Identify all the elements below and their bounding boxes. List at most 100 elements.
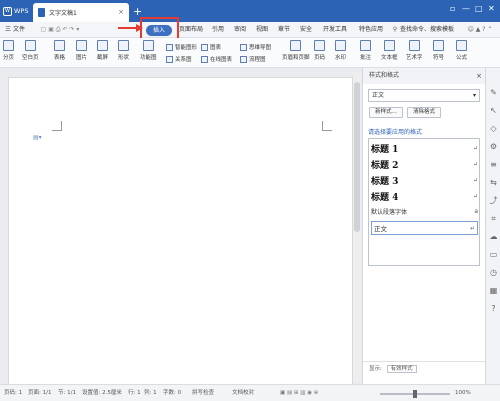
status-page: 页码: 1	[4, 390, 23, 396]
menu-security[interactable]: 安全	[298, 22, 314, 38]
relation-chart-label: 关系图	[175, 57, 192, 63]
blank-page-button[interactable]: 空白页	[22, 40, 39, 61]
backup-icon[interactable]: ☁	[489, 232, 498, 241]
show-label: 显示:	[369, 366, 382, 372]
panel-close-icon[interactable]: ×	[476, 68, 482, 84]
history-icon[interactable]: ◷	[489, 268, 498, 277]
show-filter-select[interactable]: 有效样式	[386, 365, 417, 373]
formula-label: 公式	[456, 55, 468, 61]
current-style-value: 正文	[372, 92, 385, 99]
paragraph-mark-icon: ↵	[472, 177, 478, 184]
formula-button[interactable]: 公式	[456, 40, 467, 61]
page-number-button[interactable]: 页码	[314, 40, 325, 61]
close-window-button[interactable]: ✕	[488, 4, 495, 13]
smart-graphic-button[interactable]: 智能图形	[166, 43, 197, 51]
screenshot-icon	[97, 40, 108, 51]
view-mode-icons[interactable]: ▣ ▤ ⊞ ▥ ◉ ⊕	[280, 385, 318, 401]
wps-label: WPS	[14, 7, 29, 15]
online-chart-button[interactable]: 在线图表	[201, 55, 232, 63]
share-icon[interactable]: ⤴	[489, 196, 498, 205]
symbol-button[interactable]: 符号	[433, 40, 444, 61]
menu-page-layout[interactable]: 页面布局	[176, 22, 206, 38]
style-default-font-label: 默认段落字体	[371, 209, 408, 216]
shape-tool-icon[interactable]: ◇	[489, 124, 498, 133]
style-heading-3[interactable]: 标题 3 ↵	[371, 174, 478, 187]
comment-button[interactable]: 批注	[360, 40, 371, 61]
command-search-input[interactable]: 查找命令、搜索模板	[400, 22, 462, 38]
grid-icon[interactable]: ▦	[489, 286, 498, 295]
textbox-button[interactable]: 文本框	[381, 40, 398, 61]
mind-map-button[interactable]: 思维导图	[240, 43, 271, 51]
relation-chart-button[interactable]: 关系图	[166, 55, 192, 63]
cursor-icon[interactable]: ↖	[489, 106, 498, 115]
word-art-button[interactable]: 艺术字	[406, 40, 423, 61]
document-proof-button[interactable]: 文档校对	[232, 385, 254, 401]
menu-chapter[interactable]: 章节	[276, 22, 292, 38]
picture-button[interactable]: 图片	[76, 40, 87, 61]
watermark-label: 水印	[335, 55, 347, 61]
menu-review[interactable]: 审阅	[232, 22, 248, 38]
header-footer-button[interactable]: 页眉和页脚	[282, 40, 310, 61]
maximize-button[interactable]: □	[475, 4, 483, 13]
archive-icon[interactable]: ▭	[489, 250, 498, 259]
status-pages: 页面: 1/1	[28, 390, 52, 396]
skin-button[interactable]: ▫	[450, 4, 455, 13]
filter-icon[interactable]: ≡	[489, 160, 498, 169]
mind-map-icon	[240, 43, 247, 51]
style-heading-4[interactable]: 标题 4 ↵	[371, 190, 478, 203]
shape-button[interactable]: 形状	[118, 40, 129, 61]
search-icon[interactable]: ⚲	[392, 22, 398, 38]
annotation-arrow-head	[136, 24, 143, 32]
title-bar: W WPS 文字文稿1 × + ▫ — □ ✕	[0, 0, 500, 22]
zoom-level[interactable]: 100%	[455, 385, 471, 401]
style-list: 标题 1 ↵ 标题 2 ↵ 标题 3 ↵ 标题 4 ↵ 默认段落字体 a 正文 ↵	[368, 138, 480, 266]
help-icon[interactable]: ?	[489, 304, 498, 313]
status-col: 列: 1	[144, 390, 157, 396]
document-tab[interactable]: 文字文稿1 ×	[33, 3, 129, 22]
status-word-count[interactable]: 字数: 0	[163, 385, 181, 401]
wps-menu-button[interactable]: W WPS	[3, 4, 29, 18]
function-chart-label: 功能图	[140, 55, 157, 61]
paragraph-mark-icon: ↵	[472, 145, 478, 152]
menu-references[interactable]: 引用	[210, 22, 226, 38]
flowchart-icon	[240, 55, 247, 63]
blank-page-icon	[24, 40, 36, 51]
chart-button[interactable]: 图表	[201, 43, 221, 51]
clear-format-button[interactable]: 清除格式	[407, 107, 441, 118]
style-default-paragraph-font[interactable]: 默认段落字体 a	[371, 207, 478, 216]
status-row: 行: 1	[128, 390, 141, 396]
file-menu[interactable]: 三 文件	[3, 22, 27, 38]
paragraph-cursor-icon[interactable]: ▤▾	[33, 134, 42, 141]
table-icon	[54, 40, 65, 51]
new-style-button[interactable]: 新样式...	[369, 107, 403, 118]
screenshot-button[interactable]: 截屏	[97, 40, 108, 61]
crop-icon[interactable]: ⌗	[489, 214, 498, 223]
translate-icon[interactable]: ⇆	[489, 178, 498, 187]
watermark-button[interactable]: 水印	[335, 40, 346, 61]
toolbar-extra-icons[interactable]: ☺ ▲ ? ⌃	[464, 22, 496, 38]
vertical-scroll-thumb[interactable]	[354, 82, 360, 232]
quick-access-toolbar[interactable]: ▢ ▣ ⎙ ↶ ↷ ▾	[30, 22, 90, 38]
symbol-icon	[433, 40, 444, 51]
word-art-icon	[408, 40, 420, 51]
menu-developer-tools[interactable]: 开发工具	[320, 22, 350, 38]
table-button[interactable]: 表格	[54, 40, 65, 61]
style-normal[interactable]: 正文 ↵	[371, 221, 478, 235]
minimize-button[interactable]: —	[462, 4, 470, 13]
current-style-select[interactable]: 正文 ▾	[368, 89, 480, 102]
right-sidebar: ✎ ↖ ◇ ⚙ ≡ ⇆ ⤴ ⌗ ☁ ▭ ◷ ▦ ?	[485, 68, 500, 384]
menu-special-apps[interactable]: 特色应用	[356, 22, 386, 38]
relation-chart-icon	[166, 55, 173, 63]
close-tab-icon[interactable]: ×	[118, 8, 124, 16]
style-heading-1[interactable]: 标题 1 ↵	[371, 142, 478, 155]
page-break-button[interactable]: 分页	[3, 40, 14, 61]
flowchart-button[interactable]: 流程图	[240, 55, 266, 63]
function-chart-button[interactable]: 功能图	[140, 40, 157, 61]
menu-view[interactable]: 视图	[254, 22, 270, 38]
zoom-slider-thumb[interactable]	[413, 390, 417, 398]
pen-icon[interactable]: ✎	[489, 88, 498, 97]
settings-icon[interactable]: ⚙	[489, 142, 498, 151]
spell-check-toggle[interactable]: 拼写检查	[192, 385, 214, 401]
style-heading-2[interactable]: 标题 2 ↵	[371, 158, 478, 171]
document-page[interactable]: ▤▾	[8, 77, 353, 387]
